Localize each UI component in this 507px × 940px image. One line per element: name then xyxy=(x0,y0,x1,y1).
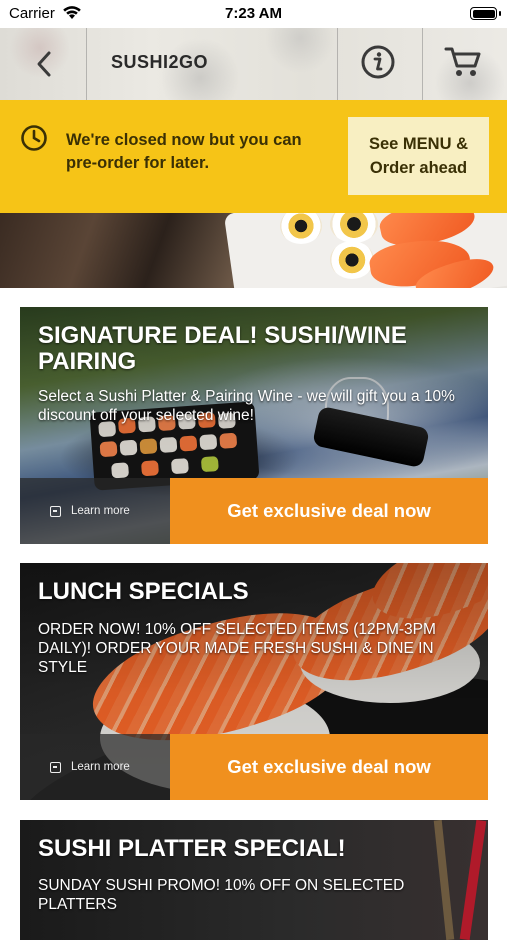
card-description: ORDER NOW! 10% OFF SELECTED ITEMS (12PM-… xyxy=(38,621,436,676)
card-title: SUSHI PLATTER SPECIAL! xyxy=(38,835,346,862)
card-description: SUNDAY SUSHI PROMO! 10% OFF ON SELECTED … xyxy=(38,877,405,913)
learn-more-label: Learn more xyxy=(71,761,130,773)
learn-more-button[interactable]: Learn more xyxy=(20,734,170,800)
closed-banner: We're closed now but you can pre-order f… xyxy=(0,100,507,213)
page-title: SUSHI2GO xyxy=(111,52,209,72)
cart-icon xyxy=(444,47,481,76)
promo-card-signature-deal[interactable]: SIGNATURE DEAL! SUSHI/WINE PAIRING Selec… xyxy=(20,307,488,544)
clock-time: 7:23 AM xyxy=(225,5,282,22)
back-button[interactable] xyxy=(30,48,58,80)
status-bar: Carrier 7:23 AM xyxy=(0,0,507,28)
learn-more-label: Learn more xyxy=(71,505,130,517)
learn-more-button[interactable]: Learn more xyxy=(20,478,170,544)
get-deal-button[interactable]: Get exclusive deal now xyxy=(170,478,488,544)
hero-image xyxy=(0,213,507,288)
see-menu-button[interactable]: See MENU & Order ahead xyxy=(348,117,489,195)
battery-icon xyxy=(470,7,501,20)
expand-icon xyxy=(50,761,61,773)
card-description: Select a Sushi Platter & Pairing Wine - … xyxy=(38,388,455,424)
clock-icon xyxy=(20,124,48,152)
promo-card-lunch-specials[interactable]: LUNCH SPECIALS ORDER NOW! 10% OFF SELECT… xyxy=(20,563,488,800)
card-title: LUNCH SPECIALS xyxy=(38,578,249,605)
chevron-left-icon xyxy=(37,51,51,77)
closed-message: We're closed now but you can pre-order f… xyxy=(66,131,302,172)
expand-icon xyxy=(50,505,61,517)
nav-bar: SUSHI2GO xyxy=(0,28,507,100)
card-title: SIGNATURE DEAL! SUSHI/WINE PAIRING xyxy=(38,322,407,375)
info-icon xyxy=(361,45,395,79)
get-deal-button[interactable]: Get exclusive deal now xyxy=(170,734,488,800)
promo-card-platter-special[interactable]: SUSHI PLATTER SPECIAL! SUNDAY SUSHI PROM… xyxy=(20,820,488,940)
cart-button[interactable] xyxy=(444,44,482,80)
info-button[interactable] xyxy=(360,44,396,80)
